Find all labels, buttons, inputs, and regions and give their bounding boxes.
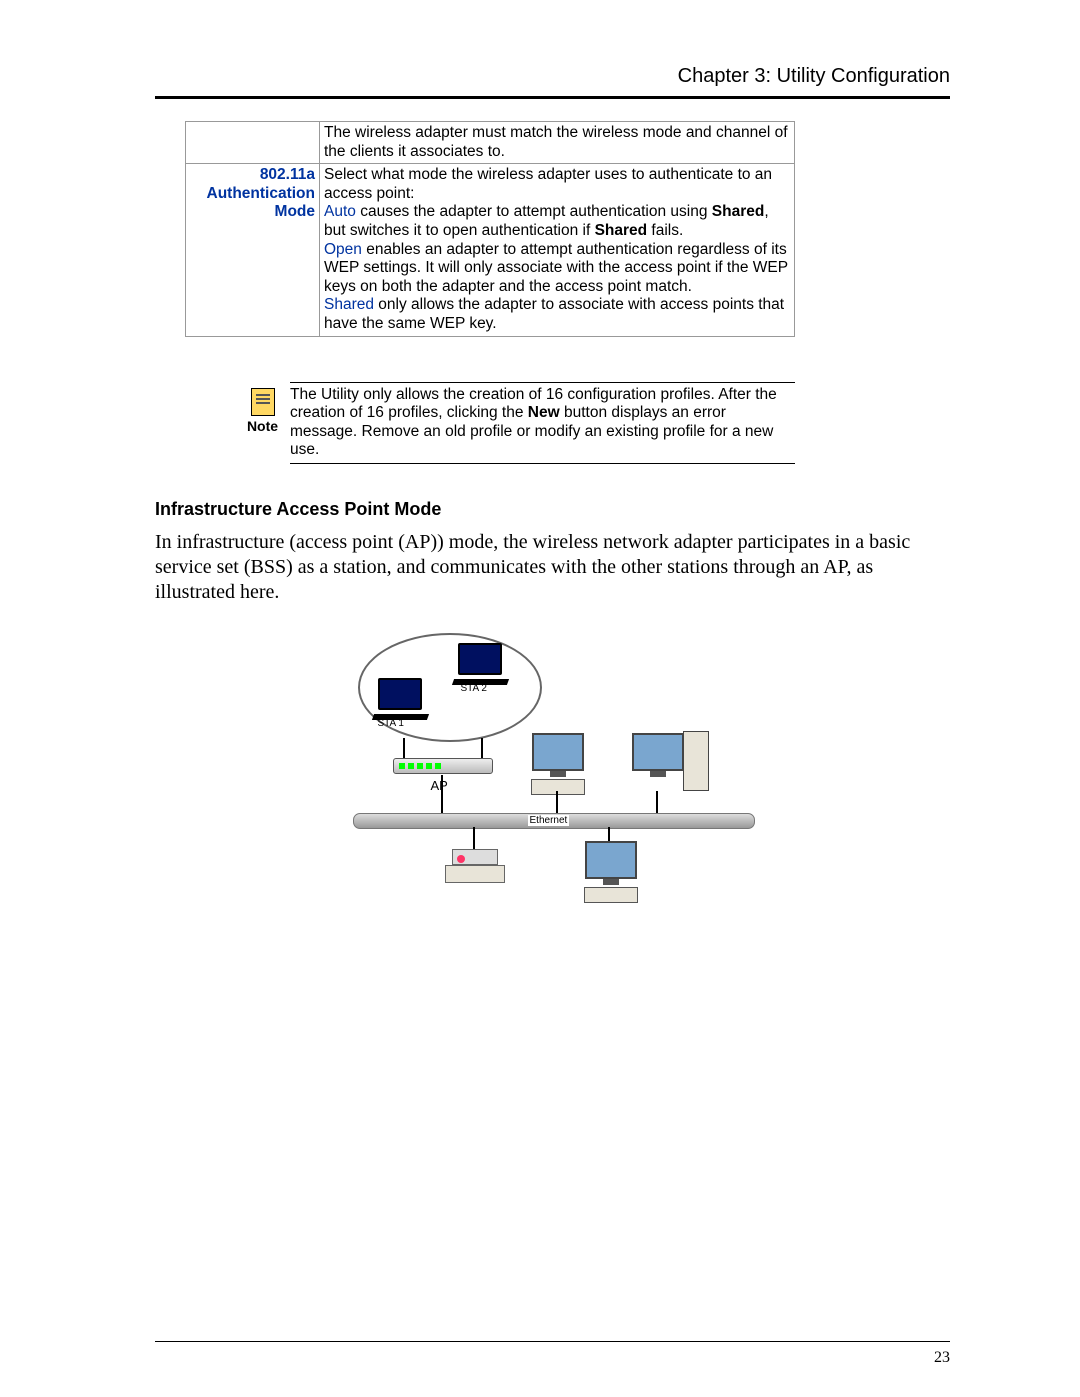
row-label <box>186 122 320 164</box>
note-icon-column: Note <box>235 382 290 434</box>
printer <box>445 849 505 883</box>
row-desc: Select what mode the wireless adapter us… <box>320 164 795 336</box>
desktop-2 <box>628 733 688 777</box>
desktop-1 <box>528 733 588 795</box>
link-line <box>473 827 475 849</box>
laptop-sta1 <box>373 678 428 722</box>
keyword-shared: Shared <box>712 203 765 220</box>
desc-lead: Select what mode the wireless adapter us… <box>324 166 772 202</box>
link-line <box>556 791 558 815</box>
text: causes the adapter to attempt authentica… <box>356 203 712 220</box>
label-ethernet: Ethernet <box>528 815 570 826</box>
note-label: Note <box>235 418 290 434</box>
body-paragraph: In infrastructure (access point (AP)) mo… <box>155 530 950 605</box>
network-diagram: STA 1 STA 2 AP Ethernet <box>353 623 753 883</box>
section-heading: Infrastructure Access Point Mode <box>155 499 950 520</box>
text: only allows the adapter to associate wit… <box>324 296 784 332</box>
tower-1 <box>683 731 709 791</box>
label-ap: AP <box>431 778 448 793</box>
text: enables an adapter to attempt authentica… <box>324 241 788 295</box>
note-body: The Utility only allows the creation of … <box>290 382 795 464</box>
chapter-header: Chapter 3: Utility Configuration <box>155 65 950 94</box>
link-line <box>656 791 658 815</box>
desktop-3 <box>581 841 641 903</box>
row-desc: The wireless adapter must match the wire… <box>320 122 795 164</box>
page-number: 23 <box>934 1349 950 1367</box>
keyword-shared: Shared <box>595 222 648 239</box>
label-sta1: STA 1 <box>378 718 405 729</box>
link-line <box>441 775 443 815</box>
keyword-auto: Auto <box>324 203 356 220</box>
laptop-sta2 <box>453 643 508 687</box>
note-icon <box>251 388 275 416</box>
table-row: The wireless adapter must match the wire… <box>186 122 795 164</box>
keyword-open: Open <box>324 241 362 258</box>
table-row: 802.11a Authentication Mode Select what … <box>186 164 795 336</box>
text: fails. <box>647 222 683 239</box>
note-bold: New <box>528 404 560 421</box>
label-sta2: STA 2 <box>461 683 488 694</box>
label-line: Authentication <box>207 185 316 202</box>
access-point-router <box>393 758 493 769</box>
footer-rule <box>155 1341 950 1342</box>
keyword-shared: Shared <box>324 296 374 313</box>
config-table: The wireless adapter must match the wire… <box>185 121 795 337</box>
label-line: Mode <box>275 203 315 220</box>
header-rule <box>155 96 950 99</box>
note-block: Note The Utility only allows the creatio… <box>235 382 795 464</box>
row-label: 802.11a Authentication Mode <box>186 164 320 336</box>
label-line: 802.11a <box>260 166 315 183</box>
